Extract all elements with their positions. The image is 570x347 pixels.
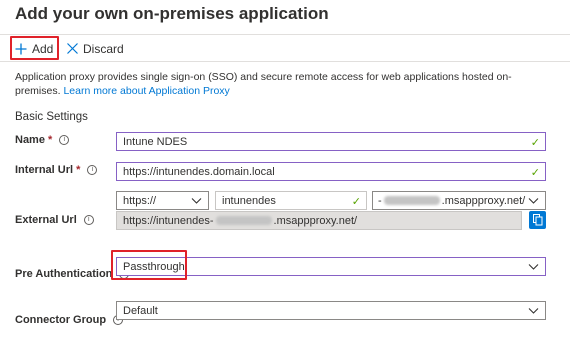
section-heading: Basic Settings: [15, 111, 88, 123]
connector-group-dropdown[interactable]: Default: [116, 301, 546, 320]
command-bar: Add Discard: [0, 34, 570, 62]
redacted-text: [383, 196, 440, 205]
domain-prefix: -: [378, 194, 382, 207]
info-icon[interactable]: i: [59, 135, 70, 145]
close-icon: [67, 43, 78, 54]
name-input[interactable]: Intune NDES ✓: [116, 132, 546, 151]
chevron-down-icon: [191, 198, 202, 204]
info-icon[interactable]: i: [87, 165, 98, 175]
copy-button[interactable]: [529, 211, 546, 229]
name-label: Name: [15, 134, 45, 146]
external-url-readonly: https://intunendes- .msappproxy.net/: [116, 211, 522, 230]
pre-auth-highlight: [111, 250, 187, 280]
learn-more-link[interactable]: Learn more about Application Proxy: [63, 85, 229, 97]
internal-url-label-row: Internal Url * i: [15, 164, 98, 176]
connector-group-label: Connector Group: [15, 314, 107, 326]
required-marker: *: [76, 164, 81, 176]
internal-url-value: https://intunendes.domain.local: [123, 165, 275, 178]
chevron-down-icon: [528, 264, 539, 270]
plus-icon: [15, 43, 27, 54]
required-marker: *: [47, 134, 53, 146]
external-url-label-row: External Url i: [15, 214, 94, 226]
internal-url-label: Internal Url: [15, 164, 74, 176]
external-url-suffix: .msappproxy.net/: [273, 214, 358, 227]
protocol-value: https://: [123, 194, 157, 207]
chevron-down-icon: [528, 308, 539, 314]
copy-icon: [533, 214, 543, 226]
redacted-text: [215, 216, 272, 225]
add-button-label: Add: [32, 41, 54, 56]
check-icon: ✓: [530, 167, 540, 179]
pre-auth-label: Pre Authentication: [15, 268, 113, 280]
subdomain-input[interactable]: intunendes ✓: [215, 191, 367, 210]
connector-group-value: Default: [123, 304, 158, 317]
domain-suffix: .msappproxy.net/: [441, 194, 526, 207]
internal-url-input[interactable]: https://intunendes.domain.local ✓: [116, 162, 546, 181]
protocol-dropdown[interactable]: https://: [116, 191, 209, 210]
add-button[interactable]: Add: [11, 35, 58, 62]
discard-button[interactable]: Discard: [63, 35, 124, 62]
connector-group-label-row: Connector Group i: [15, 314, 124, 326]
check-icon: ✓: [530, 137, 540, 149]
name-label-row: Name * i: [15, 134, 70, 146]
external-url-label: External Url: [15, 214, 77, 226]
external-url-prefix: https://intunendes-: [123, 214, 214, 227]
discard-button-label: Discard: [83, 41, 124, 56]
intro-text: Application proxy provides single sign-o…: [15, 70, 555, 98]
domain-dropdown[interactable]: - .msappproxy.net/: [372, 191, 546, 210]
name-input-value: Intune NDES: [123, 135, 188, 148]
check-icon: ✓: [351, 196, 361, 208]
page-title: Add your own on-premises application: [15, 4, 329, 23]
chevron-down-icon: [528, 198, 539, 204]
subdomain-value: intunendes: [222, 194, 276, 207]
info-icon[interactable]: i: [83, 215, 94, 225]
